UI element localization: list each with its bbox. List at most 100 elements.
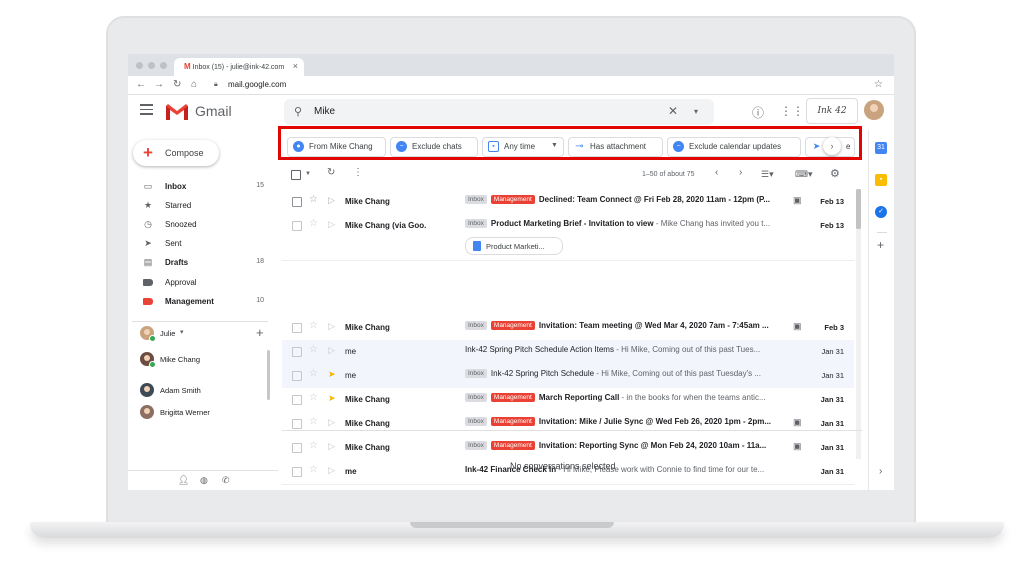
phone-icon[interactable]: ✆ — [222, 475, 230, 486]
sidebar-item-starred[interactable]: ★ Starred — [128, 197, 278, 215]
row-checkbox[interactable] — [292, 443, 302, 453]
main-menu-icon[interactable] — [140, 104, 153, 118]
table-row[interactable]: ☆ ➤ Mike Chang Inbox Management March Repo… — [282, 388, 854, 413]
newer-page-icon[interactable]: ‹ — [715, 167, 718, 178]
chip-exclude-chats[interactable]: − Exclude chats — [390, 137, 478, 157]
email-list-scrollbar-track[interactable] — [856, 189, 861, 459]
star-icon[interactable]: ☆ — [309, 320, 318, 331]
star-icon[interactable]: ☆ — [309, 392, 318, 403]
important-marker-icon[interactable]: ▷ — [328, 321, 335, 332]
chat-icon[interactable]: ◍ — [200, 475, 208, 486]
reload-icon[interactable]: ↻ — [173, 79, 181, 90]
browser-tab[interactable]: M Inbox (15) - julie@ink-42.com × — [174, 58, 304, 76]
table-row[interactable]: ☆ ▷ Mike Chang Inbox Management Invitation… — [282, 412, 854, 437]
calendar-app-icon[interactable]: 31 — [875, 142, 887, 154]
input-tools-icon[interactable]: ⌨▾ — [795, 169, 813, 180]
table-row[interactable]: ☆ ▷ Mike Chang Inbox Management Invitation… — [282, 316, 854, 341]
table-row[interactable]: ☆ ▷ Mike Chang Inbox Management Declined: … — [282, 190, 854, 215]
add-addon-icon[interactable]: + — [877, 238, 884, 252]
chevron-down-icon[interactable]: ▾ — [180, 328, 184, 336]
important-marker-icon[interactable]: ▷ — [328, 345, 335, 356]
table-row[interactable]: ☆ ▷ Mike Chang (via Goo. Inbox Product Ma… — [282, 214, 854, 261]
star-icon[interactable]: ☆ — [309, 344, 318, 355]
sidebar-item-management[interactable]: Management 10 — [128, 293, 278, 311]
row-checkbox[interactable] — [292, 371, 302, 381]
table-row[interactable]: ☆ ➤ me Inbox Ink-42 Spring Pitch Schedule… — [282, 364, 854, 389]
row-checkbox[interactable] — [292, 395, 302, 405]
window-minimize-dot[interactable] — [148, 62, 155, 69]
star-icon[interactable]: ☆ — [309, 194, 318, 205]
settings-gear-icon[interactable]: ⚙ — [830, 167, 840, 180]
important-marker-icon[interactable]: ▷ — [328, 465, 335, 476]
keep-app-icon[interactable]: ▪ — [875, 174, 887, 186]
email-sender: Mike Chang — [345, 197, 390, 206]
refresh-icon[interactable]: ↻ — [327, 167, 335, 178]
row-checkbox[interactable] — [292, 221, 302, 231]
table-row[interactable]: ☆ ▷ Mike Chang Inbox Management Invitation… — [282, 436, 854, 461]
chip-from[interactable]: ● From Mike Chang — [287, 137, 386, 157]
star-icon[interactable]: ☆ — [309, 218, 318, 229]
sidebar-item-label: Snoozed — [165, 220, 197, 229]
contact-name: Brigitta Werner — [160, 408, 210, 417]
more-options-icon[interactable]: ⋮ — [353, 167, 363, 178]
tab-close-icon[interactable]: × — [293, 61, 298, 71]
star-icon[interactable]: ☆ — [309, 368, 318, 379]
help-icon[interactable]: ⓘ — [752, 104, 764, 121]
row-checkbox[interactable] — [292, 347, 302, 357]
email-list-scrollbar-thumb[interactable] — [856, 189, 861, 229]
select-menu-chevron-icon[interactable]: ▼ — [305, 171, 311, 177]
important-marker-icon[interactable]: ➤ — [328, 369, 336, 380]
chip-any-time[interactable]: ▪ Any time ▼ — [482, 137, 564, 157]
chips-next-icon[interactable]: › — [823, 137, 841, 155]
important-marker-icon[interactable]: ▷ — [328, 219, 335, 230]
sidebar-item-sent[interactable]: ➤ Sent — [128, 235, 278, 253]
sidebar-scrollbar[interactable] — [267, 350, 270, 400]
sidebar-item-snoozed[interactable]: ◷ Snoozed — [128, 216, 278, 234]
sidebar-item-drafts[interactable]: ▤ Drafts 18 — [128, 254, 278, 272]
tasks-app-icon[interactable]: ✓ — [875, 206, 887, 218]
chip-exclude-calendar[interactable]: − Exclude calendar updates — [667, 137, 801, 157]
sidebar-item-approval[interactable]: Approval — [128, 274, 278, 292]
add-contact-icon[interactable]: + — [256, 325, 264, 340]
home-icon[interactable]: ⌂ — [191, 79, 197, 90]
clear-search-icon[interactable]: ✕ — [668, 104, 678, 118]
attachment-chip[interactable]: Product Marketi... — [465, 237, 563, 255]
star-icon[interactable]: ☆ — [309, 416, 318, 427]
split-pane-icon[interactable]: ☰▾ — [761, 169, 774, 180]
window-close-dot[interactable] — [136, 62, 143, 69]
expand-panel-chevron-icon[interactable]: › — [879, 466, 882, 477]
forward-icon[interactable]: → — [154, 79, 164, 90]
apps-grid-icon[interactable]: ⋮⋮ — [780, 104, 804, 118]
back-icon[interactable]: ← — [136, 79, 146, 90]
email-snippet: - in the books for when the teams antic.… — [619, 393, 766, 402]
important-marker-icon[interactable]: ▷ — [328, 417, 335, 428]
sidebar-item-inbox[interactable]: ▭ Inbox 15 — [128, 178, 278, 196]
email-content: Inbox Product Marketing Brief - Invitatio… — [465, 219, 791, 233]
chip-has-attachment[interactable]: ⊸ Has attachment — [568, 137, 663, 157]
star-icon[interactable]: ☆ — [309, 440, 318, 451]
gmail-logo-icon[interactable] — [165, 103, 189, 121]
search-icon[interactable]: ⚲ — [294, 105, 302, 118]
account-logo[interactable]: Ink 42 — [806, 98, 858, 124]
person-icon[interactable]: 👤︎ — [178, 475, 189, 486]
important-marker-icon[interactable]: ➤ — [328, 393, 336, 404]
important-marker-icon[interactable]: ▷ — [328, 195, 335, 206]
search-box[interactable]: ⚲ Mike ✕ ▾ — [284, 99, 714, 125]
table-row[interactable]: ☆ ▷ me Ink-42 Spring Pitch Schedule Acti… — [282, 340, 854, 365]
row-checkbox[interactable] — [292, 197, 302, 207]
bookmark-star-icon[interactable]: ☆ — [874, 79, 883, 90]
url-field[interactable]: mail.google.com — [228, 80, 286, 89]
email-content: Inbox Management Declined: Team Connect @ … — [465, 195, 791, 209]
row-checkbox[interactable] — [292, 323, 302, 333]
compose-button[interactable]: + Compose — [133, 140, 219, 166]
row-checkbox[interactable] — [292, 419, 302, 429]
select-all-checkbox[interactable] — [291, 170, 301, 180]
older-page-icon[interactable]: › — [739, 167, 742, 178]
important-marker-icon[interactable]: ▷ — [328, 441, 335, 452]
star-icon[interactable]: ☆ — [309, 464, 318, 475]
search-input[interactable]: Mike — [314, 106, 335, 117]
window-maximize-dot[interactable] — [160, 62, 167, 69]
account-avatar[interactable] — [864, 100, 884, 120]
search-options-icon[interactable]: ▾ — [694, 107, 698, 116]
row-checkbox[interactable] — [292, 467, 302, 477]
